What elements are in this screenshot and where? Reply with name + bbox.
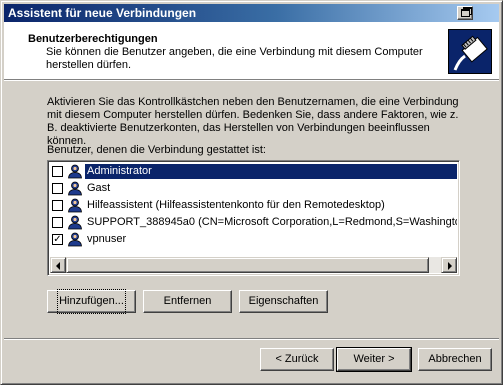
user-checkbox[interactable] xyxy=(52,183,63,194)
add-button[interactable]: Hinzufügen... xyxy=(47,289,136,314)
scroll-left-button[interactable] xyxy=(50,257,66,273)
user-name: Gast xyxy=(87,182,111,194)
user-name: vpnuser xyxy=(87,233,127,245)
users-listbox[interactable]: Administrator Gast Hilfeassistent (Hilfeas… xyxy=(47,160,460,276)
next-button[interactable]: Weiter > xyxy=(336,347,412,372)
users-list-label: Benutzer, denen die Verbindung gestattet… xyxy=(47,144,266,156)
page-subtitle: Sie können die Benutzer angeben, die ein… xyxy=(46,46,423,71)
user-name: Hilfeassistent (Hilfeassistentenkonto fü… xyxy=(87,199,385,211)
user-list-item[interactable]: Administrator xyxy=(50,163,457,180)
user-icon xyxy=(67,215,83,230)
user-name: SUPPORT_388945a0 (CN=Microsoft Corporati… xyxy=(87,216,457,228)
window-title: Assistent für neue Verbindungen xyxy=(8,6,197,20)
user-icon xyxy=(67,198,83,213)
instructions-text: Aktivieren Sie das Kontrollkästchen nebe… xyxy=(47,96,459,147)
user-name: Administrator xyxy=(85,164,457,179)
properties-button[interactable]: Eigenschaften xyxy=(239,290,328,313)
user-checkbox[interactable]: ✓ xyxy=(52,234,63,245)
user-checkbox[interactable] xyxy=(52,217,63,228)
wizard-header: Benutzerberechtigungen Sie können die Be… xyxy=(4,22,499,79)
user-checkbox[interactable] xyxy=(52,166,63,177)
horizontal-scrollbar[interactable] xyxy=(50,257,457,273)
user-icon xyxy=(67,181,83,196)
cancel-button[interactable]: Abbrechen xyxy=(418,348,492,371)
user-icon xyxy=(67,232,83,247)
page-title: Benutzerberechtigungen xyxy=(28,33,158,45)
restore-button[interactable] xyxy=(457,6,473,20)
user-icon xyxy=(67,164,83,179)
user-checkbox[interactable] xyxy=(52,200,63,211)
user-list-item[interactable]: ✓ vpnuser xyxy=(50,231,457,248)
remove-button[interactable]: Entfernen xyxy=(143,290,232,313)
back-button[interactable]: < Zurück xyxy=(260,348,334,371)
wizard-window: Assistent für neue Verbindungen Benutzer… xyxy=(0,0,503,385)
user-list-item[interactable]: SUPPORT_388945a0 (CN=Microsoft Corporati… xyxy=(50,214,457,231)
title-bar[interactable]: Assistent für neue Verbindungen xyxy=(4,4,499,22)
arrow-left-icon xyxy=(56,262,60,270)
arrow-right-icon xyxy=(448,262,452,270)
user-list-item[interactable]: Gast xyxy=(50,180,457,197)
user-list-item[interactable]: Hilfeassistent (Hilfeassistentenkonto fü… xyxy=(50,197,457,214)
network-cable-icon xyxy=(448,29,492,74)
scroll-right-button[interactable] xyxy=(441,257,457,273)
scrollbar-thumb[interactable] xyxy=(66,257,429,273)
